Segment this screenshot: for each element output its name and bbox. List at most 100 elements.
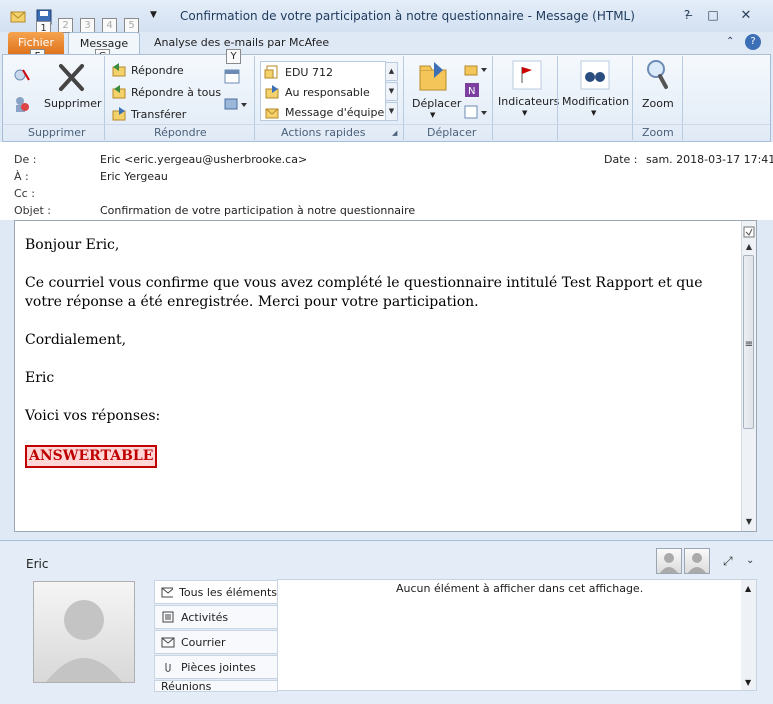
zoom-magnifier-icon[interactable] xyxy=(644,58,670,93)
maximize-button[interactable]: □ xyxy=(702,8,724,24)
find-binoculars-icon[interactable] xyxy=(580,60,610,93)
quick-step-manager[interactable]: Au responsable xyxy=(264,84,370,100)
group-separator xyxy=(632,56,633,140)
body-paragraph: Ce courriel vous confirme que vous avez … xyxy=(25,275,703,310)
group-label-delete: Supprimer xyxy=(28,126,86,139)
tab-all-items-label: Tous les éléments xyxy=(179,585,277,599)
chevron-down-icon[interactable]: ⌄ xyxy=(746,555,754,566)
quick-step-edu712[interactable]: EDU 712 xyxy=(264,64,333,80)
group-separator xyxy=(104,56,105,140)
group-label-quick-steps: Actions rapides xyxy=(281,126,366,139)
zoom-button[interactable]: Zoom xyxy=(642,97,674,110)
tab-activities-label: Activités xyxy=(181,610,229,624)
move-button[interactable]: Déplacer xyxy=(412,97,461,110)
scroll-up-icon[interactable]: ▲ xyxy=(745,584,751,593)
help-icon[interactable]: ? xyxy=(745,34,761,50)
tab-activities[interactable]: Activités xyxy=(154,605,278,629)
actions-icon[interactable] xyxy=(464,104,488,123)
from-value[interactable]: Eric <eric.yergeau@usherbrooke.ca> xyxy=(100,153,307,166)
dialog-launcher-icon[interactable]: ◢ xyxy=(392,129,397,137)
contact-avatar-icon[interactable] xyxy=(656,548,682,574)
reply-label: Répondre xyxy=(131,63,184,77)
tab-meetings[interactable]: Réunions xyxy=(154,680,278,692)
quick-step-manager-label: Au responsable xyxy=(285,85,370,99)
reply-all-button[interactable]: Répondre à tous xyxy=(111,84,221,100)
quick-step-team-label: Message d'équipe xyxy=(285,105,385,119)
tab-meetings-label: Réunions xyxy=(161,680,212,692)
people-pane-name: Eric xyxy=(26,557,49,571)
avatar xyxy=(33,581,135,683)
group-separator xyxy=(492,56,493,140)
subject-label: Objet : xyxy=(14,204,51,217)
forward-label: Transférer xyxy=(131,107,187,121)
quick-step-team[interactable]: Message d'équipe xyxy=(264,104,384,120)
quick-steps-more-icon[interactable]: ▼ xyxy=(385,102,398,121)
group-label-move: Déplacer xyxy=(427,126,477,139)
move-folder-icon[interactable] xyxy=(416,60,450,95)
delete-button[interactable]: Supprimer xyxy=(44,97,102,110)
group-label-respond: Répondre xyxy=(154,126,207,139)
date-label: Date : xyxy=(604,153,638,166)
quick-step-edu712-label: EDU 712 xyxy=(285,65,333,79)
flags-button[interactable]: Indicateurs xyxy=(498,95,559,108)
tab-mail[interactable]: Courrier xyxy=(154,630,278,654)
empty-view-message: Aucun élément à afficher dans cet affich… xyxy=(396,582,644,595)
group-label-zoom: Zoom xyxy=(642,126,674,139)
group-label-divider xyxy=(3,124,770,125)
close-button[interactable]: ✕ xyxy=(735,8,757,24)
tab-mcafee[interactable]: Analyse des e-mails par McAfee xyxy=(154,36,329,49)
more-respond-icon[interactable] xyxy=(224,96,248,115)
date-value: sam. 2018-03-17 17:41 xyxy=(646,153,773,166)
greeting: Bonjour Eric, xyxy=(25,237,120,253)
to-label: À : xyxy=(14,170,29,183)
keytip-y: Y xyxy=(226,49,241,64)
group-separator xyxy=(682,56,683,140)
cc-label: Cc : xyxy=(14,187,35,200)
onenote-icon[interactable]: N xyxy=(464,82,480,101)
tab-all-items[interactable]: Tous les éléments xyxy=(154,580,278,604)
edit-button[interactable]: Modification xyxy=(562,95,629,108)
tab-mail-label: Courrier xyxy=(181,635,226,649)
tab-attachments[interactable]: Pièces jointes xyxy=(154,655,278,679)
to-value[interactable]: Eric Yergeau xyxy=(100,170,168,183)
edit-dropdown-icon[interactable]: ▼ xyxy=(591,109,596,117)
people-pane-scrollbar[interactable] xyxy=(741,580,756,690)
group-separator xyxy=(254,56,255,140)
qat-customize-chevron-icon[interactable]: ▼ xyxy=(150,10,157,20)
quick-steps-scroll-up-icon[interactable]: ▲ xyxy=(385,62,398,81)
signature: Eric xyxy=(25,370,55,386)
people-items-list[interactable] xyxy=(277,579,757,691)
flag-icon[interactable] xyxy=(512,60,542,93)
rules-icon[interactable] xyxy=(464,61,488,80)
qat-keytip-4: 4 xyxy=(102,18,117,33)
answers-intro: Voici vos réponses: xyxy=(25,408,161,424)
ignore-icon[interactable] xyxy=(13,66,31,87)
from-label: De : xyxy=(14,153,37,166)
reply-button[interactable]: Répondre xyxy=(111,62,184,78)
answer-box: ANSWERTABLE xyxy=(25,445,158,468)
scroll-down-icon[interactable]: ▼ xyxy=(742,515,756,529)
message-body-text: Bonjour Eric, Ce courriel vous confirme … xyxy=(25,236,735,487)
qat-keytip-5: 5 xyxy=(124,18,139,33)
meeting-icon[interactable] xyxy=(224,68,240,87)
contact-avatar-icon[interactable] xyxy=(684,548,710,574)
group-separator xyxy=(557,56,558,140)
flags-dropdown-icon[interactable]: ▼ xyxy=(522,109,527,117)
forward-button[interactable]: Transférer xyxy=(111,106,186,122)
delete-x-icon[interactable] xyxy=(56,62,86,95)
outlook-envelope-icon[interactable] xyxy=(10,9,26,25)
reply-all-label: Répondre à tous xyxy=(131,85,222,99)
junk-icon[interactable] xyxy=(13,95,35,116)
security-info-icon[interactable] xyxy=(742,226,756,240)
expand-icon[interactable]: ⤢ xyxy=(723,554,733,569)
scroll-up-icon[interactable]: ▲ xyxy=(742,240,756,254)
qat-keytip-2: 2 xyxy=(58,18,73,33)
move-dropdown-icon[interactable]: ▼ xyxy=(430,111,435,119)
quick-steps-scroll-down-icon[interactable]: ▼ xyxy=(385,82,398,101)
qat-keytip-3: 3 xyxy=(80,18,95,33)
scroll-grip-icon: ≡ xyxy=(744,339,754,350)
ribbon-collapse-icon[interactable]: ⌃ xyxy=(726,36,734,47)
scroll-down-icon[interactable]: ▼ xyxy=(745,678,751,687)
group-separator xyxy=(403,56,404,140)
minimize-button[interactable]: ‒ xyxy=(678,8,700,24)
